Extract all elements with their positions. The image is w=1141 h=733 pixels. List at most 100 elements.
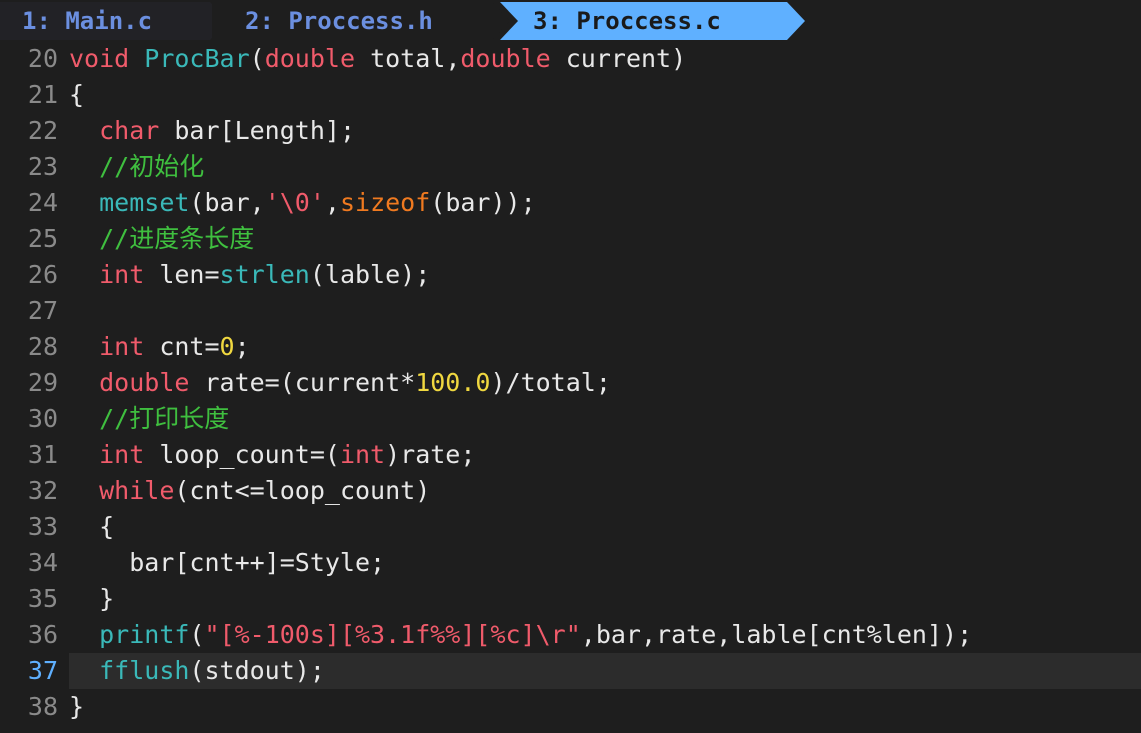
code-text: double rate=(current*100.0)/total;	[69, 365, 611, 401]
code-text: //打印长度	[69, 401, 229, 437]
code-token: (bar));	[430, 188, 536, 217]
line-number: 33	[27, 512, 58, 541]
code-line[interactable]: 23 //初始化	[0, 149, 1141, 185]
code-text-area[interactable]: //初始化	[69, 149, 1141, 185]
code-text-area[interactable]: {	[69, 77, 1141, 113]
code-text: memset(bar,'\0',sizeof(bar));	[69, 185, 536, 221]
code-line[interactable]: 37 fflush(stdout);	[0, 653, 1141, 689]
code-text-area[interactable]: bar[cnt++]=Style;	[69, 545, 1141, 581]
code-token: ,	[324, 188, 340, 217]
code-text: //初始化	[69, 149, 204, 185]
code-text-area[interactable]: }	[69, 581, 1141, 617]
line-number: 26	[27, 260, 58, 289]
code-token: int	[339, 440, 386, 469]
line-number: 32	[27, 476, 58, 505]
code-text: //进度条长度	[69, 221, 254, 257]
line-number: 25	[27, 224, 58, 253]
code-text-area[interactable]	[69, 293, 1141, 329]
code-text-area[interactable]: double rate=(current*100.0)/total;	[69, 365, 1141, 401]
code-token: ;	[234, 332, 250, 361]
code-token: bar[cnt++]=Style;	[69, 548, 386, 577]
code-text: void ProcBar(double total,double current…	[69, 41, 686, 77]
code-line[interactable]: 38}	[0, 689, 1141, 725]
code-token: char	[99, 116, 160, 145]
code-editor[interactable]: 20 void ProcBar(double total,double curre…	[0, 41, 1141, 725]
code-text: while(cnt<=loop_count)	[69, 473, 430, 509]
code-line[interactable]: 22 char bar[Length];	[0, 113, 1141, 149]
code-text: int len=strlen(lable);	[69, 257, 430, 293]
code-text: bar[cnt++]=Style;	[69, 545, 385, 581]
tab-proccess-h[interactable]: 2: Proccess.h	[245, 4, 433, 38]
code-token: }	[69, 584, 115, 613]
code-line[interactable]: 27	[0, 293, 1141, 329]
code-line[interactable]: 30 //打印长度	[0, 401, 1141, 437]
code-token: fflush	[99, 656, 190, 685]
tab-main-c[interactable]: 1: Main.c	[22, 4, 152, 38]
code-text-area[interactable]: //打印长度	[69, 401, 1141, 437]
code-token: rate=(current*	[189, 368, 416, 397]
code-token: (stdout);	[189, 656, 325, 685]
line-number: 36	[27, 620, 58, 649]
code-line[interactable]: 33 {	[0, 509, 1141, 545]
code-token: int	[99, 440, 145, 469]
code-text-area[interactable]: fflush(stdout);	[69, 653, 1141, 689]
code-token: (cnt<=loop_count)	[174, 476, 431, 505]
code-token: loop_count=(	[144, 440, 340, 469]
line-number: 22	[27, 116, 58, 145]
code-line[interactable]: 26 int len=strlen(lable);	[0, 257, 1141, 293]
code-line[interactable]: 35 }	[0, 581, 1141, 617]
code-text-area[interactable]: }	[69, 689, 1141, 725]
code-text-area[interactable]: int loop_count=(int)rate;	[69, 437, 1141, 473]
code-token: bar[Length];	[159, 116, 355, 145]
code-token: (lable);	[309, 260, 431, 289]
code-line[interactable]: 21 {	[0, 77, 1141, 113]
code-line[interactable]: 34 bar[cnt++]=Style;	[0, 545, 1141, 581]
code-token: )/total;	[490, 368, 611, 397]
code-token: printf	[99, 620, 190, 649]
code-token: }	[69, 692, 85, 721]
code-comment: //进度条长度	[99, 224, 255, 253]
line-number: 34	[27, 548, 58, 577]
code-token: int	[99, 260, 145, 289]
code-text-area[interactable]: while(cnt<=loop_count)	[69, 473, 1141, 509]
code-line[interactable]: 31 int loop_count=(int)rate;	[0, 437, 1141, 473]
code-line[interactable]: 20 void ProcBar(double total,double curre…	[0, 41, 1141, 77]
code-token: (bar,	[189, 188, 265, 217]
code-text-area[interactable]: int cnt=0;	[69, 329, 1141, 365]
code-text-area[interactable]: char bar[Length];	[69, 113, 1141, 149]
code-line[interactable]: 28 int cnt=0;	[0, 329, 1141, 365]
code-token: memset	[99, 188, 190, 217]
code-comment: //初始化	[99, 152, 205, 181]
code-text: }	[69, 581, 114, 617]
code-line[interactable]: 32 while(cnt<=loop_count)	[0, 473, 1141, 509]
code-text-area[interactable]: int len=strlen(lable);	[69, 257, 1141, 293]
code-line[interactable]: 24 memset(bar,'\0',sizeof(bar));	[0, 185, 1141, 221]
code-token: strlen	[219, 260, 310, 289]
code-token: double	[99, 368, 190, 397]
code-token: current)	[550, 44, 687, 73]
code-text: char bar[Length];	[69, 113, 355, 149]
code-line[interactable]: 29 double rate=(current*100.0)/total;	[0, 365, 1141, 401]
code-line[interactable]: 36 printf("[%-100s][%3.1f%%][%c]\r",bar,…	[0, 617, 1141, 653]
code-token: while	[99, 476, 175, 505]
code-text-area[interactable]: {	[69, 509, 1141, 545]
code-token: double	[460, 44, 551, 73]
code-text-area[interactable]: void ProcBar(double total,double current…	[69, 41, 1141, 77]
line-number: 21	[27, 80, 58, 109]
tab-proccess-c[interactable]: 3: Proccess.c	[533, 4, 721, 38]
code-text-area[interactable]: memset(bar,'\0',sizeof(bar));	[69, 185, 1141, 221]
code-comment: //打印长度	[99, 404, 230, 433]
code-line[interactable]: 25 //进度条长度	[0, 221, 1141, 257]
code-token: 100.0	[415, 368, 491, 397]
code-text-area[interactable]: //进度条长度	[69, 221, 1141, 257]
code-text-area[interactable]: printf("[%-100s][%3.1f%%][%c]\r",bar,rat…	[69, 617, 1141, 653]
